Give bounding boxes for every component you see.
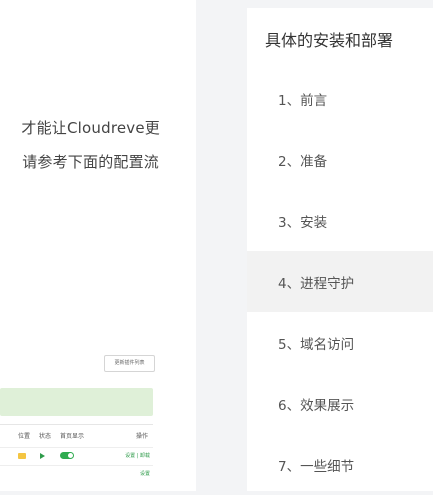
update-plugin-list-button: 更新插件列表	[104, 355, 155, 372]
table-of-contents: 具体的安装和部署 1、前言 2、准备 3、安装 4、进程守护 5、域名访问 6、…	[247, 8, 433, 491]
row-actions: 设置	[139, 471, 150, 477]
table-header: 首页显示	[60, 433, 85, 440]
toc-item-label: 4、进程守护	[278, 276, 355, 292]
toc-item-label: 5、域名访问	[278, 337, 355, 353]
notice-banner	[0, 388, 153, 416]
toc-item[interactable]: 7、一些细节	[247, 434, 433, 495]
table-header: 状态	[39, 433, 52, 440]
toggle-switch	[60, 452, 74, 459]
toc-title: 具体的安装和部署	[265, 31, 394, 50]
toc-item-label: 3、安装	[278, 215, 328, 231]
folder-icon	[18, 453, 26, 459]
toc-item[interactable]: 5、域名访问	[247, 312, 433, 373]
article-text-line: 才能让Cloudreve更	[21, 119, 160, 137]
toc-item[interactable]: 3、安装	[247, 190, 433, 251]
article-text-line: 请参考下面的配置流	[22, 153, 159, 171]
toc-item-label: 6、效果展示	[278, 398, 355, 414]
table-row: 设置 | 卸载	[0, 447, 153, 466]
toc-item[interactable]: 2、准备	[247, 129, 433, 190]
play-icon	[40, 453, 45, 459]
table-header: 位置	[18, 433, 31, 440]
toc-item-label: 2、准备	[278, 154, 328, 170]
toc-item[interactable]: 1、前言	[247, 68, 433, 129]
table-row: 设置	[0, 465, 153, 484]
toc-item[interactable]: 6、效果展示	[247, 373, 433, 434]
table-header: 操作	[136, 433, 149, 440]
plugin-table: 位置 状态 首页显示 操作 设置 | 卸载 设置	[0, 424, 153, 491]
row-actions: 设置 | 卸载	[125, 453, 150, 459]
toc-item-label: 1、前言	[278, 93, 328, 109]
toc-item-active[interactable]: 4、进程守护	[247, 251, 433, 312]
embedded-screenshot: 更新插件列表 位置 状态 首页显示 操作 设置 | 卸载 设置	[0, 350, 160, 491]
article-content: 才能让Cloudreve更 请参考下面的配置流 更新插件列表 位置 状态 首页显…	[0, 0, 196, 491]
toc-item-label: 7、一些细节	[278, 459, 355, 475]
